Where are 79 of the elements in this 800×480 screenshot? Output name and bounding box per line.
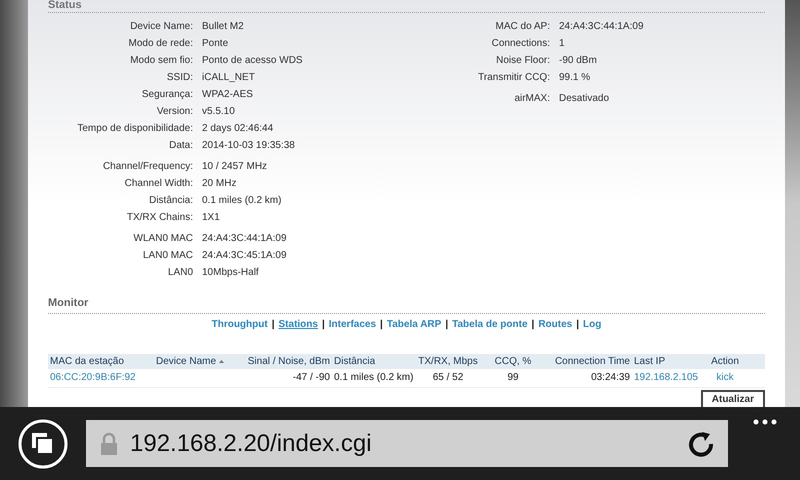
separator: |: [322, 318, 325, 332]
table-cell: 99: [507, 372, 519, 383]
monitor-tab[interactable]: Interfaces: [328, 316, 376, 332]
table-link[interactable]: 06:CC:20:9B:6F:92: [50, 372, 136, 383]
field-value: 20 MHz: [202, 177, 236, 191]
table-link[interactable]: 192.168.2.105: [634, 372, 698, 383]
lock-icon: [100, 432, 118, 456]
url-text: 192.168.2.20/index.cgi: [130, 428, 373, 458]
field-value: Ponte: [202, 37, 228, 51]
field-label: Device Name:: [129, 20, 194, 34]
field-value: 99.1 %: [559, 71, 590, 85]
column-header[interactable]: Connection Time: [552, 354, 632, 368]
column-header[interactable]: Last IP: [632, 354, 668, 368]
field-value: 24:A4:3C:44:1A:09: [559, 20, 644, 34]
separator: |: [380, 318, 383, 332]
field-value: WPA2-AES: [202, 88, 253, 102]
field-value: 1X1: [202, 211, 220, 225]
field-label: MAC do AP:: [494, 20, 551, 34]
field-value: Desativado: [559, 92, 610, 106]
field-value: Ponto de acesso WDS: [202, 54, 303, 68]
field-label: Tempo de disponibilidade:: [76, 122, 194, 136]
field-value: 24:A4:3C:44:1A:09: [202, 232, 287, 246]
field-label: Connections:: [490, 37, 551, 51]
field-value: 10Mbps-Half: [202, 266, 259, 280]
table-link[interactable]: kick: [716, 372, 734, 383]
section-title: Status: [48, 0, 82, 11]
column-header[interactable]: CCQ, %: [492, 354, 534, 368]
field-label: Modo sem fio:: [129, 54, 194, 68]
field-label: Noise Floor:: [495, 54, 551, 68]
separator: |: [445, 318, 448, 332]
column-header[interactable]: Distância: [332, 354, 378, 368]
monitor-tab[interactable]: Routes: [538, 316, 572, 332]
field-value: v5.5.10: [202, 105, 235, 119]
separator: |: [272, 318, 275, 332]
address-bar[interactable]: 192.168.2.20/index.cgi: [86, 420, 728, 467]
column-header[interactable]: MAC da estação: [48, 354, 126, 368]
table-cell: 03:24:39: [591, 372, 630, 383]
column-header[interactable]: Action: [709, 354, 741, 368]
tabs-icon[interactable]: [18, 418, 68, 468]
column-header[interactable]: TX/RX, Mbps: [416, 354, 480, 368]
column-header[interactable]: Device Name: [154, 354, 226, 368]
field-label: Channel Width:: [124, 177, 194, 191]
field-label: LAN0 MAC: [142, 249, 194, 263]
column-header[interactable]: Sinal / Noise, dBm: [246, 354, 332, 368]
field-value: 10 / 2457 MHz: [202, 160, 268, 174]
field-label: Channel/Frequency:: [102, 160, 194, 174]
field-label: airMAX:: [513, 92, 551, 106]
separator: |: [576, 318, 580, 332]
field-value: 0.1 miles (0.2 km): [202, 194, 282, 208]
field-value: 2 days 02:46:44: [202, 122, 274, 136]
monitor-tab[interactable]: Throughput: [212, 316, 268, 332]
field-label: Distância:: [148, 194, 194, 208]
field-value: 2014-10-03 19:35:38: [202, 139, 295, 153]
field-label: Modo de rede:: [128, 37, 194, 51]
field-value: 1: [559, 37, 565, 51]
field-label: Segurança:: [140, 88, 194, 102]
monitor-tab[interactable]: Log: [583, 316, 602, 332]
table-cell: 65 / 52: [432, 372, 464, 383]
separator: |: [532, 318, 534, 332]
field-label: SSID:: [166, 71, 194, 85]
field-label: WLAN0 MAC: [132, 232, 194, 246]
table-cell: 0.1 miles (0.2 km): [334, 372, 414, 383]
field-value: -90 dBm: [559, 54, 597, 68]
monitor-tab[interactable]: Tabela ARP: [386, 316, 442, 332]
field-value: 24:A4:3C:45:1A:09: [202, 249, 287, 263]
field-label: LAN0: [166, 266, 194, 280]
monitor-tab[interactable]: Tabela de ponte: [452, 316, 528, 332]
field-value: iCALL_NET: [202, 71, 255, 85]
more-icon[interactable]: [753, 419, 777, 425]
refresh-icon[interactable]: [688, 430, 714, 456]
field-value: Bullet M2: [202, 20, 244, 34]
monitor-tab[interactable]: Stations: [278, 316, 318, 332]
field-label: Version:: [156, 105, 194, 119]
table-cell: -47 / -90: [292, 372, 330, 383]
field-label: TX/RX Chains:: [126, 211, 194, 225]
field-label: Transmitir CCQ:: [477, 71, 551, 85]
section-title: Monitor: [48, 296, 88, 311]
refresh-button[interactable]: Atualizar: [700, 390, 765, 408]
field-label: Data:: [168, 139, 194, 153]
